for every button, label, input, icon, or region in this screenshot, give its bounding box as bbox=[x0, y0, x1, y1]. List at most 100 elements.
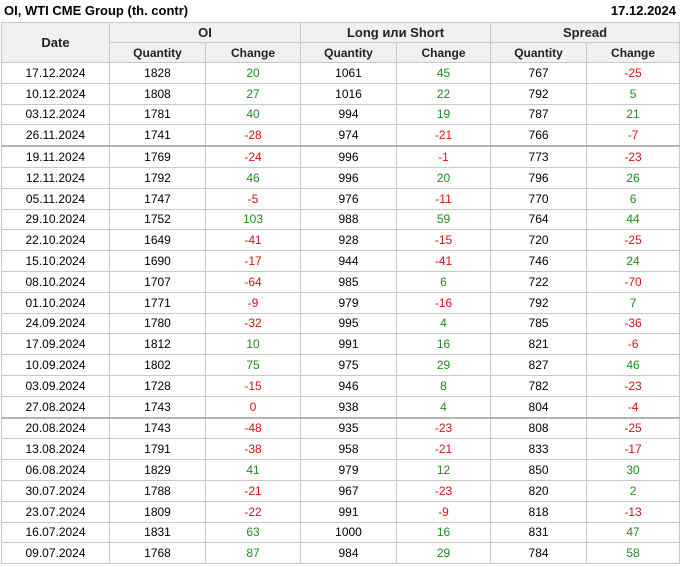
ls-change-cell: -9 bbox=[396, 500, 492, 523]
spread-change-cell: 46 bbox=[586, 354, 680, 376]
spread-quantity-cell: 722 bbox=[490, 270, 588, 293]
ls-quantity-cell: 1061 bbox=[300, 62, 398, 84]
oi-change-cell: 20 bbox=[204, 62, 302, 84]
oi-change-cell: 63 bbox=[204, 521, 302, 544]
ls-quantity-cell: 991 bbox=[300, 333, 398, 356]
table-row: 13.08.2024 1791 -38 958 -21 833 -17 bbox=[1, 438, 680, 461]
ls-change-cell: 22 bbox=[396, 82, 492, 105]
header-date: Date bbox=[1, 22, 110, 63]
ls-change-cell: 29 bbox=[396, 542, 492, 565]
spread-quantity-cell: 827 bbox=[490, 354, 588, 376]
date-cell: 30.07.2024 bbox=[1, 479, 110, 502]
oi-table: Date OI Long или Short Spread Quantity C… bbox=[1, 22, 680, 565]
date-cell: 06.08.2024 bbox=[1, 459, 110, 481]
spread-quantity-cell: 787 bbox=[490, 103, 588, 126]
oi-change-cell: -24 bbox=[204, 145, 302, 168]
ls-change-cell: 29 bbox=[396, 354, 492, 376]
spread-change-cell: -23 bbox=[586, 374, 680, 397]
table-row: 27.08.2024 1743 0 938 4 804 -4 bbox=[1, 395, 680, 419]
table-row: 24.09.2024 1780 -32 995 4 785 -36 bbox=[1, 312, 680, 335]
spread-quantity-cell: 792 bbox=[490, 82, 588, 105]
spread-quantity-cell: 804 bbox=[490, 395, 588, 419]
table-body: 17.12.2024 1828 20 1061 45 767 -25 10.12.2024 18… bbox=[1, 62, 680, 565]
oi-quantity-cell: 1707 bbox=[109, 270, 206, 293]
oi-quantity-cell: 1728 bbox=[109, 374, 206, 397]
date-cell: 08.10.2024 bbox=[1, 270, 110, 293]
table-row: 10.09.2024 1802 75 975 29 827 46 bbox=[1, 354, 680, 376]
ls-quantity-cell: 975 bbox=[300, 354, 398, 376]
spread-change-cell: 2 bbox=[586, 479, 680, 502]
date-cell: 29.10.2024 bbox=[1, 208, 110, 231]
oi-change-cell: -21 bbox=[204, 479, 302, 502]
date-cell: 10.09.2024 bbox=[1, 354, 110, 376]
spread-change-cell: -25 bbox=[586, 62, 680, 84]
spread-change-cell: 26 bbox=[586, 166, 680, 189]
table-row: 05.11.2024 1747 -5 976 -11 770 6 bbox=[1, 187, 680, 210]
date-cell: 01.10.2024 bbox=[1, 291, 110, 314]
header-group-long-short: Long или Short bbox=[300, 22, 492, 43]
ls-change-cell: -15 bbox=[396, 229, 492, 252]
ls-quantity-cell: 928 bbox=[300, 229, 398, 252]
oi-change-cell: -64 bbox=[204, 270, 302, 293]
ls-change-cell: 4 bbox=[396, 395, 492, 419]
ls-change-cell: -21 bbox=[396, 124, 492, 147]
date-cell: 19.11.2024 bbox=[1, 145, 110, 168]
spread-quantity-cell: 820 bbox=[490, 479, 588, 502]
ls-change-cell: -23 bbox=[396, 416, 492, 440]
header-oi-change: Change bbox=[204, 42, 302, 63]
spread-change-cell: 47 bbox=[586, 521, 680, 544]
ls-quantity-cell: 946 bbox=[300, 374, 398, 397]
header-spread-quantity: Quantity bbox=[490, 42, 588, 63]
spread-quantity-cell: 796 bbox=[490, 166, 588, 189]
table-row: 03.09.2024 1728 -15 946 8 782 -23 bbox=[1, 374, 680, 397]
spread-change-cell: 5 bbox=[586, 82, 680, 105]
table-row: 10.12.2024 1808 27 1016 22 792 5 bbox=[1, 82, 680, 105]
oi-quantity-cell: 1649 bbox=[109, 229, 206, 252]
spread-change-cell: 58 bbox=[586, 542, 680, 565]
ls-quantity-cell: 1000 bbox=[300, 521, 398, 544]
ls-change-cell: 12 bbox=[396, 459, 492, 481]
oi-change-cell: -41 bbox=[204, 229, 302, 252]
table-row: 09.07.2024 1768 87 984 29 784 58 bbox=[1, 542, 680, 565]
table-row: 15.10.2024 1690 -17 944 -41 746 24 bbox=[1, 250, 680, 272]
table-row: 23.07.2024 1809 -22 991 -9 818 -13 bbox=[1, 500, 680, 523]
date-cell: 13.08.2024 bbox=[1, 438, 110, 461]
oi-change-cell: -17 bbox=[204, 250, 302, 272]
ls-change-cell: 45 bbox=[396, 62, 492, 84]
spread-change-cell: -13 bbox=[586, 500, 680, 523]
date-cell: 17.09.2024 bbox=[1, 333, 110, 356]
oi-change-cell: 40 bbox=[204, 103, 302, 126]
oi-quantity-cell: 1828 bbox=[109, 62, 206, 84]
spread-change-cell: -36 bbox=[586, 312, 680, 335]
oi-quantity-cell: 1780 bbox=[109, 312, 206, 335]
oi-quantity-cell: 1743 bbox=[109, 395, 206, 419]
oi-quantity-cell: 1809 bbox=[109, 500, 206, 523]
ls-change-cell: 16 bbox=[396, 521, 492, 544]
spread-quantity-cell: 808 bbox=[490, 416, 588, 440]
oi-quantity-cell: 1752 bbox=[109, 208, 206, 231]
oi-change-cell: -9 bbox=[204, 291, 302, 314]
oi-quantity-cell: 1769 bbox=[109, 145, 206, 168]
oi-quantity-cell: 1829 bbox=[109, 459, 206, 481]
date-cell: 17.12.2024 bbox=[1, 62, 110, 84]
ls-change-cell: 20 bbox=[396, 166, 492, 189]
oi-change-cell: 10 bbox=[204, 333, 302, 356]
oi-change-cell: 41 bbox=[204, 459, 302, 481]
oi-quantity-cell: 1747 bbox=[109, 187, 206, 210]
header-spread-change: Change bbox=[586, 42, 680, 63]
oi-quantity-cell: 1791 bbox=[109, 438, 206, 461]
ls-change-cell: 4 bbox=[396, 312, 492, 335]
header-oi-quantity: Quantity bbox=[109, 42, 206, 63]
spread-quantity-cell: 764 bbox=[490, 208, 588, 231]
header-group-oi: OI bbox=[108, 22, 302, 43]
oi-change-cell: -5 bbox=[204, 187, 302, 210]
header-ls-change: Change bbox=[396, 42, 492, 63]
oi-quantity-cell: 1831 bbox=[109, 521, 206, 544]
spread-quantity-cell: 766 bbox=[490, 124, 588, 147]
spread-quantity-cell: 773 bbox=[490, 145, 588, 168]
date-cell: 15.10.2024 bbox=[1, 250, 110, 272]
oi-quantity-cell: 1781 bbox=[109, 103, 206, 126]
spread-change-cell: -23 bbox=[586, 145, 680, 168]
oi-change-cell: 75 bbox=[204, 354, 302, 376]
spread-quantity-cell: 770 bbox=[490, 187, 588, 210]
